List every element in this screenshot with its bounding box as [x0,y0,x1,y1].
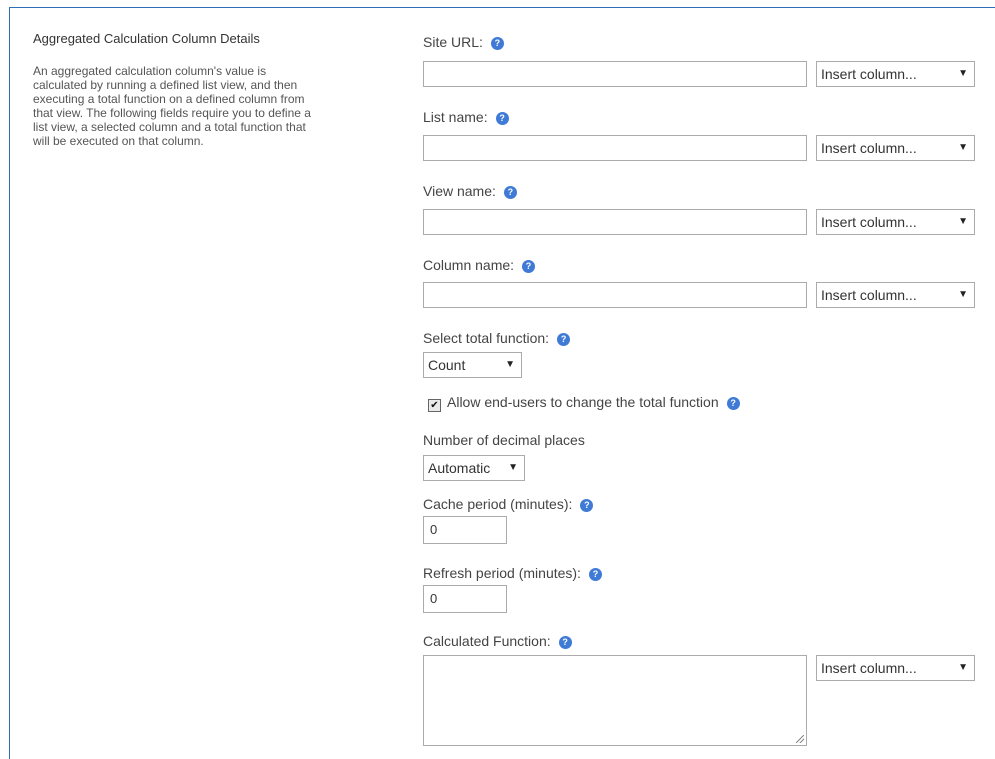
question-help-icon[interactable]: ? [522,260,536,273]
allow-change-row: ✔ Allow end-users to change the total fun… [428,394,740,412]
list-name-input[interactable] [423,135,807,161]
check-icon: ✔ [430,400,439,411]
list-name-insert-column-dropdown[interactable]: Insert column... ▼ [816,135,975,161]
view-name-insert-column-dropdown[interactable]: Insert column... ▼ [816,209,975,235]
view-name-label-text: View name: [423,183,496,199]
section-title: Aggregated Calculation Column Details [33,31,260,46]
calculated-function-label-text: Calculated Function: [423,633,551,649]
site-url-insert-column-dropdown[interactable]: Insert column... ▼ [816,61,975,87]
decimal-places-selected-value: Automatic [428,460,491,476]
question-help-icon[interactable]: ? [588,568,602,581]
list-name-label-text: List name: [423,109,488,125]
resize-grip-icon[interactable] [796,735,804,743]
refresh-period-label: Refresh period (minutes):? [423,565,602,581]
question-help-icon[interactable]: ? [558,636,572,649]
site-url-input[interactable] [423,61,807,87]
triangle-down-icon: ▼ [958,216,968,227]
section-description: An aggregated calculation column's value… [33,64,311,148]
allow-change-label: Allow end-users to change the total func… [447,394,719,410]
calculated-function-insert-column-label: Insert column... [821,660,917,676]
question-help-icon[interactable]: ? [580,499,594,512]
calculated-function-textarea[interactable] [423,655,807,746]
question-help-icon[interactable]: ? [490,37,504,50]
triangle-down-icon: ▼ [508,462,518,473]
cache-period-input[interactable]: 0 [423,516,507,544]
view-name-insert-column-label: Insert column... [821,214,917,230]
question-help-icon[interactable]: ? [503,186,517,199]
question-help-icon[interactable]: ? [557,333,571,346]
calculated-function-insert-column-dropdown[interactable]: Insert column... ▼ [816,655,975,681]
triangle-down-icon: ▼ [958,142,968,153]
triangle-down-icon: ▼ [958,68,968,79]
site-url-label-text: Site URL: [423,34,483,50]
column-name-input[interactable] [423,282,807,308]
decimal-places-label: Number of decimal places [423,432,585,448]
cache-period-label: Cache period (minutes):? [423,496,594,512]
view-name-label: View name:? [423,183,517,199]
calculated-function-label: Calculated Function:? [423,633,572,649]
column-name-insert-column-dropdown[interactable]: Insert column... ▼ [816,282,975,308]
decimal-places-select[interactable]: Automatic ▼ [423,455,525,481]
cache-period-label-text: Cache period (minutes): [423,496,573,512]
list-name-insert-column-label: Insert column... [821,140,917,156]
triangle-down-icon: ▼ [505,359,515,370]
allow-change-checkbox[interactable]: ✔ [428,399,441,412]
section-info: Aggregated Calculation Column Details An… [33,31,323,148]
column-name-label-text: Column name: [423,257,515,273]
triangle-down-icon: ▼ [958,662,968,673]
site-url-insert-column-label: Insert column... [821,66,917,82]
question-help-icon[interactable]: ? [495,112,509,125]
total-function-selected-value: Count [428,357,466,373]
total-function-select[interactable]: Count ▼ [423,352,522,378]
column-name-label: Column name:? [423,257,536,273]
question-help-icon[interactable]: ? [726,397,740,410]
list-name-label: List name:? [423,109,509,125]
triangle-down-icon: ▼ [958,289,968,300]
total-function-label: Select total function:? [423,330,571,346]
refresh-period-label-text: Refresh period (minutes): [423,565,581,581]
refresh-period-input[interactable]: 0 [423,585,507,613]
column-name-insert-column-label: Insert column... [821,287,917,303]
view-name-input[interactable] [423,209,807,235]
total-function-label-text: Select total function: [423,330,550,346]
site-url-label: Site URL:? [423,34,504,50]
